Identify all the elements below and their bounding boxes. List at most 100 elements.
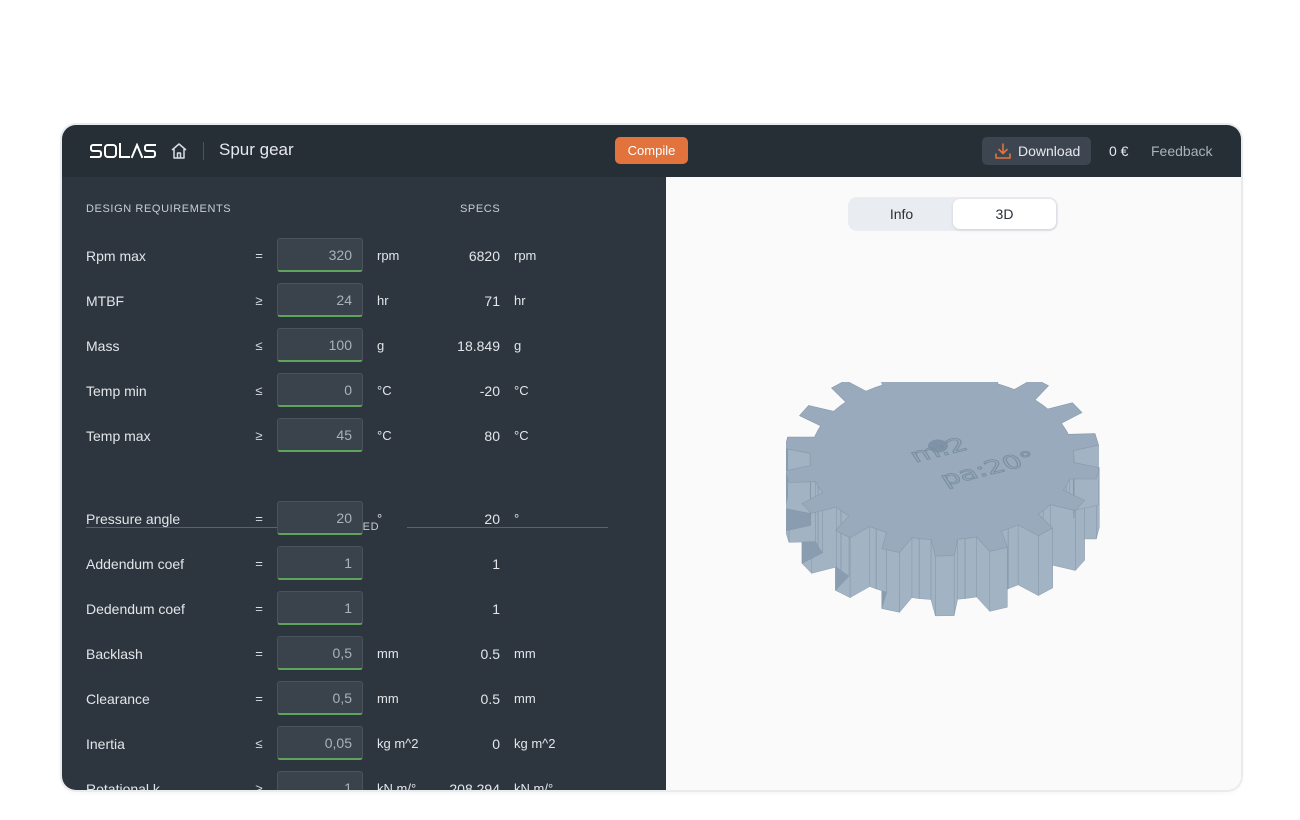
spec-unit: °C — [514, 383, 529, 398]
gear-side-face — [1050, 504, 1076, 571]
requirement-unit: rpm — [377, 248, 400, 263]
gear-side-face — [918, 538, 932, 600]
requirement-input[interactable] — [277, 238, 363, 272]
constraint-operator: = — [255, 646, 263, 661]
requirement-row: Rotational k ≥ kN m/° 208.294 kN m/° — [62, 771, 666, 790]
spec-unit: rpm — [514, 248, 537, 263]
requirement-label: Inertia — [86, 736, 125, 752]
constraint-operator: = — [255, 556, 263, 571]
requirement-row: MTBF ≥ hr 71 hr — [62, 283, 666, 317]
gear-side-face — [989, 546, 1008, 612]
requirement-row: Mass ≤ g 18.849 g — [62, 328, 666, 362]
requirement-input[interactable] — [277, 283, 363, 317]
requirement-label: Dedendum coef — [86, 601, 185, 617]
requirement-row: Dedendum coef = 1 — [62, 591, 666, 625]
requirement-unit: ° — [377, 511, 383, 526]
requirement-unit: °C — [377, 428, 392, 443]
tab-3d[interactable]: 3D — [953, 199, 1056, 229]
gear-3d-view[interactable]: m:2 pa:20° — [786, 382, 1126, 622]
page-title: Spur gear — [219, 140, 294, 159]
download-label: Download — [1018, 143, 1081, 159]
spec-value: 18.849 — [457, 338, 500, 354]
constraint-operator: ≥ — [255, 781, 263, 790]
constraint-operator: ≥ — [255, 293, 263, 308]
gear-side-face — [1017, 524, 1039, 596]
spec-value: 80 — [484, 428, 500, 444]
requirement-row: Inertia ≤ kg m^2 0 kg m^2 — [62, 726, 666, 760]
spec-value: 1 — [492, 556, 500, 572]
gear-side-face — [911, 537, 920, 599]
gear-side-face — [1075, 499, 1085, 572]
tab-info[interactable]: Info — [850, 199, 953, 229]
requirement-input[interactable] — [277, 418, 363, 452]
requirement-label: Rpm max — [86, 248, 146, 264]
requirement-input[interactable] — [277, 546, 363, 580]
spec-value: 0 — [492, 736, 500, 752]
requirement-unit: °C — [377, 383, 392, 398]
requirement-unit: mm — [377, 691, 399, 706]
gear-side-face — [1038, 527, 1053, 596]
constraint-operator: = — [255, 691, 263, 706]
requirement-unit: kg m^2 — [377, 736, 419, 751]
spec-unit: kg m^2 — [514, 736, 556, 751]
gear-side-face — [869, 526, 877, 590]
feedback-link[interactable]: Feedback — [1151, 143, 1212, 159]
requirement-label: Clearance — [86, 691, 150, 707]
spec-unit: hr — [514, 293, 526, 308]
spec-value: 71 — [484, 293, 500, 309]
requirement-unit: g — [377, 338, 385, 353]
app-window: Spur gear Compile Download 0 € Feedback … — [62, 125, 1241, 790]
gear-side-face — [849, 526, 870, 598]
download-button[interactable]: Download — [982, 137, 1091, 165]
gear-side-face — [815, 481, 819, 547]
spec-value: -20 — [479, 383, 500, 399]
spec-unit: °C — [514, 428, 529, 443]
requirement-unit: mm — [377, 646, 399, 661]
design-requirements-panel: DESIGN REQUIREMENTS SPECS Rpm max = rpm 682… — [62, 177, 666, 790]
view-toggle: Info 3D — [848, 197, 1058, 231]
requirement-label: Temp max — [86, 428, 151, 444]
spec-unit: ° — [514, 511, 520, 526]
requirement-unit: hr — [377, 293, 389, 308]
gear-side-face — [964, 536, 977, 599]
spec-value: 6820 — [468, 248, 500, 264]
requirement-unit: kN m/° — [377, 781, 417, 790]
requirement-input[interactable] — [277, 501, 363, 535]
gear-side-face — [1007, 524, 1019, 590]
requirement-input[interactable] — [277, 726, 363, 760]
requirement-input[interactable] — [277, 636, 363, 670]
requirement-label: Backlash — [86, 646, 143, 662]
constraint-operator: ≤ — [255, 338, 263, 353]
header-divider — [203, 142, 204, 160]
constraint-operator: ≤ — [255, 383, 263, 398]
requirement-input[interactable] — [277, 328, 363, 362]
requirement-input[interactable] — [277, 681, 363, 715]
download-icon — [995, 143, 1011, 159]
requirement-row: Pressure angle = ° 20 ° — [62, 501, 666, 535]
spec-unit: mm — [514, 646, 536, 661]
requirement-row: Rpm max = rpm 6820 rpm — [62, 238, 666, 272]
spec-value: 0.5 — [480, 646, 500, 662]
gear-side-face — [935, 555, 955, 617]
requirement-row: Temp max ≥ °C 80 °C — [62, 418, 666, 452]
requirement-label: Temp min — [86, 383, 147, 399]
viewer-panel: Info 3D m:2 pa:20° — [666, 177, 1241, 790]
home-icon[interactable] — [169, 141, 189, 161]
requirement-row: Backlash = mm 0.5 mm — [62, 636, 666, 670]
constraint-operator: ≥ — [255, 428, 263, 443]
constraint-operator: = — [255, 248, 263, 263]
spec-value: 1 — [492, 601, 500, 617]
spec-unit: g — [514, 338, 522, 353]
requirement-row: Clearance = mm 0.5 mm — [62, 681, 666, 715]
spec-unit: mm — [514, 691, 536, 706]
requirement-input[interactable] — [277, 591, 363, 625]
specs-title: SPECS — [460, 203, 501, 215]
spec-value: 20 — [484, 511, 500, 527]
requirement-label: Rotational k — [86, 781, 160, 790]
requirement-input[interactable] — [277, 373, 363, 407]
spec-unit: kN m/° — [514, 781, 554, 790]
requirement-input[interactable] — [277, 771, 363, 790]
constraint-operator: ≤ — [255, 736, 263, 751]
compile-button[interactable]: Compile — [615, 137, 688, 164]
requirement-row: Temp min ≤ °C -20 °C — [62, 373, 666, 407]
